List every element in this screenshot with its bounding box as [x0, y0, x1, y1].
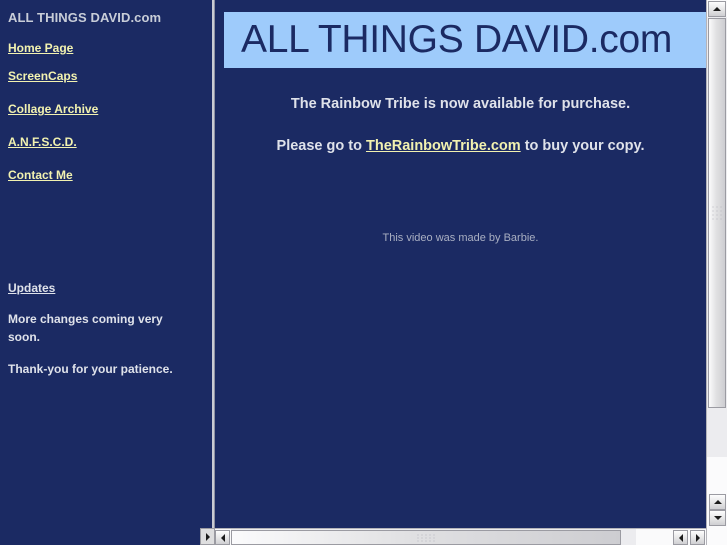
updates-section: Updates More changes coming very soon. T… [8, 281, 198, 392]
nav-link-collage-archive[interactable]: Collage Archive [8, 102, 204, 116]
corner-arrow-icon [205, 532, 210, 541]
scroll-left-button-secondary[interactable] [673, 530, 688, 545]
content-bottom-edge [215, 520, 706, 528]
nav-link-screencaps[interactable]: ScreenCaps [8, 69, 204, 83]
nav-link-contact-me[interactable]: Contact Me [8, 168, 204, 182]
scroll-right-arrow-icon [695, 533, 700, 542]
scroll-up-arrow-icon [713, 7, 721, 11]
site-title: ALL THINGS DAVID.com [8, 10, 162, 25]
horizontal-scroll-thumb[interactable] [231, 530, 621, 545]
nav-link-home-page[interactable]: Home Page [8, 41, 204, 55]
scrollbar-corner-button[interactable] [200, 528, 215, 545]
scroll-down-button[interactable] [709, 510, 726, 526]
scroll-down-arrow-icon [713, 516, 722, 520]
content-pane: ALL THINGS DAVID.com The Rainbow Tribe i… [215, 0, 706, 527]
updates-heading: Updates [8, 281, 56, 295]
scroll-up-button-secondary[interactable] [709, 494, 726, 510]
nav-link-anfscd[interactable]: A.N.F.S.C.D. [8, 135, 204, 149]
promo-prefix: Please go to [276, 138, 366, 154]
vertical-scroll-thumb[interactable] [708, 18, 726, 408]
sidebar-bottom-strip [0, 528, 200, 545]
scroll-thumb-grip-icon [712, 206, 722, 220]
scroll-up-button[interactable] [708, 1, 726, 17]
sidebar-nav: Home Page ScreenCaps Collage Archive A.N… [8, 41, 204, 182]
banner-title: ALL THINGS DAVID.com [241, 18, 673, 61]
vertical-scrollbar[interactable] [706, 0, 727, 545]
scroll-left-arrow-icon [678, 533, 683, 542]
scroll-right-button[interactable] [690, 530, 705, 545]
sidebar: ALL THINGS DAVID.com Home Page ScreenCap… [0, 0, 212, 545]
promo-headline: The Rainbow Tribe is now available for p… [290, 96, 631, 112]
rainbow-tribe-link[interactable]: TheRainbowTribe.com [366, 138, 521, 154]
horizontal-scrollbar[interactable] [215, 528, 706, 545]
scroll-left-button[interactable] [215, 530, 230, 545]
updates-paragraph: Thank-you for your patience. [8, 362, 173, 376]
promo-instruction: Please go to TheRainbowTribe.com to buy … [215, 136, 706, 156]
promo-suffix: to buy your copy. [520, 138, 645, 154]
scroll-thumb-grip-icon [417, 534, 435, 541]
site-banner: ALL THINGS DAVID.com [224, 12, 706, 68]
updates-paragraph: More changes coming very soon. [8, 312, 163, 344]
scroll-left-arrow-icon [220, 533, 225, 542]
scroll-up-arrow-icon [713, 500, 722, 504]
video-credit-text: This video was made by Barbie. [382, 232, 539, 244]
page-root: ALL THINGS DAVID.com Home Page ScreenCap… [0, 0, 727, 545]
